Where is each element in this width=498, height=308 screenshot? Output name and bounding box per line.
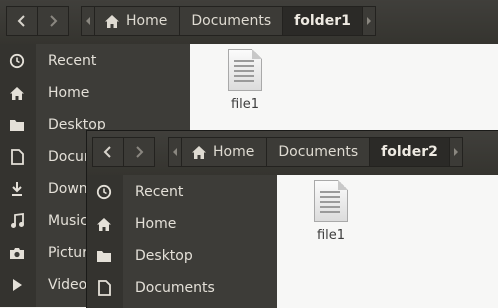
download-icon: [8, 181, 26, 197]
breadcrumb-scroll-right[interactable]: [448, 137, 463, 167]
folder-icon: [95, 248, 113, 264]
sidebar-item-label: Desktop: [135, 248, 193, 264]
forward-button[interactable]: [37, 6, 69, 36]
home-icon: [95, 216, 113, 232]
sidebar-item-home[interactable]: Home: [0, 77, 190, 109]
breadcrumb-scroll-left[interactable]: [168, 137, 182, 167]
triangle-right-icon: [366, 17, 371, 25]
document-icon: [95, 280, 113, 296]
sidebar-item-label: Home: [48, 85, 90, 101]
breadcrumb-scroll-left[interactable]: [81, 6, 95, 36]
chevron-left-icon: [103, 146, 111, 158]
breadcrumb-home[interactable]: Home: [181, 137, 268, 167]
text-file-icon: [228, 49, 262, 91]
breadcrumb-label: folder2: [381, 144, 438, 160]
home-icon: [105, 14, 119, 28]
breadcrumb: Home Documents folder2: [168, 137, 463, 167]
sidebar-item-desktop[interactable]: Desktop: [87, 240, 277, 272]
recent-icon: [95, 184, 113, 200]
triangle-left-icon: [173, 148, 177, 156]
forward-button[interactable]: [123, 137, 155, 167]
document-icon: [8, 149, 26, 165]
home-icon: [8, 85, 26, 101]
back-button[interactable]: [92, 137, 124, 167]
sidebar-item-label: Recent: [48, 53, 97, 69]
sidebar-item-label: Home: [135, 216, 177, 232]
breadcrumb-label: Documents: [278, 144, 359, 160]
breadcrumb-documents[interactable]: Documents: [179, 6, 284, 36]
camera-icon: [8, 245, 26, 261]
chevron-right-icon: [136, 146, 144, 158]
breadcrumb-label: Documents: [191, 13, 272, 29]
breadcrumb: Home Documents folder1: [81, 6, 376, 36]
sidebar: Recent Home Desktop Documents: [87, 175, 277, 308]
sidebar-item-label: Music: [48, 213, 88, 229]
sidebar-item-documents[interactable]: Documents: [87, 272, 277, 304]
sidebar-item-recent[interactable]: Recent: [87, 176, 277, 208]
text-file-icon: [314, 180, 348, 222]
chevron-right-icon: [50, 15, 58, 27]
video-icon: [8, 277, 26, 293]
breadcrumb-documents[interactable]: Documents: [266, 137, 371, 167]
breadcrumb-label: Home: [126, 13, 168, 29]
breadcrumb-home[interactable]: Home: [94, 6, 181, 36]
sidebar-item-recent[interactable]: Recent: [0, 45, 190, 77]
file-item[interactable]: file1: [301, 180, 361, 243]
breadcrumb-label: Home: [213, 144, 255, 160]
home-icon: [192, 145, 206, 159]
breadcrumb-scroll-right[interactable]: [361, 6, 376, 36]
triangle-right-icon: [453, 148, 458, 156]
breadcrumb-current-folder[interactable]: folder1: [282, 6, 363, 36]
file-name: file1: [316, 228, 346, 243]
file-item[interactable]: file1: [215, 49, 275, 112]
sidebar-item-label: Recent: [135, 184, 184, 200]
sidebar-item-home[interactable]: Home: [87, 208, 277, 240]
file-view: file1: [277, 175, 498, 308]
chevron-left-icon: [17, 15, 25, 27]
folder-icon: [8, 117, 26, 133]
file-name: file1: [230, 97, 260, 112]
breadcrumb-label: folder1: [294, 13, 351, 29]
music-icon: [8, 213, 26, 229]
recent-icon: [8, 53, 26, 69]
back-button[interactable]: [6, 6, 38, 36]
breadcrumb-current-folder[interactable]: folder2: [369, 137, 450, 167]
file-manager-window-front: Home Documents folder2 Recent Home Deskt…: [86, 130, 498, 308]
triangle-left-icon: [86, 17, 90, 25]
sidebar-item-label: Documents: [135, 280, 215, 296]
header-bar: Home Documents folder2: [87, 131, 498, 175]
header-bar: Home Documents folder1: [0, 0, 498, 44]
